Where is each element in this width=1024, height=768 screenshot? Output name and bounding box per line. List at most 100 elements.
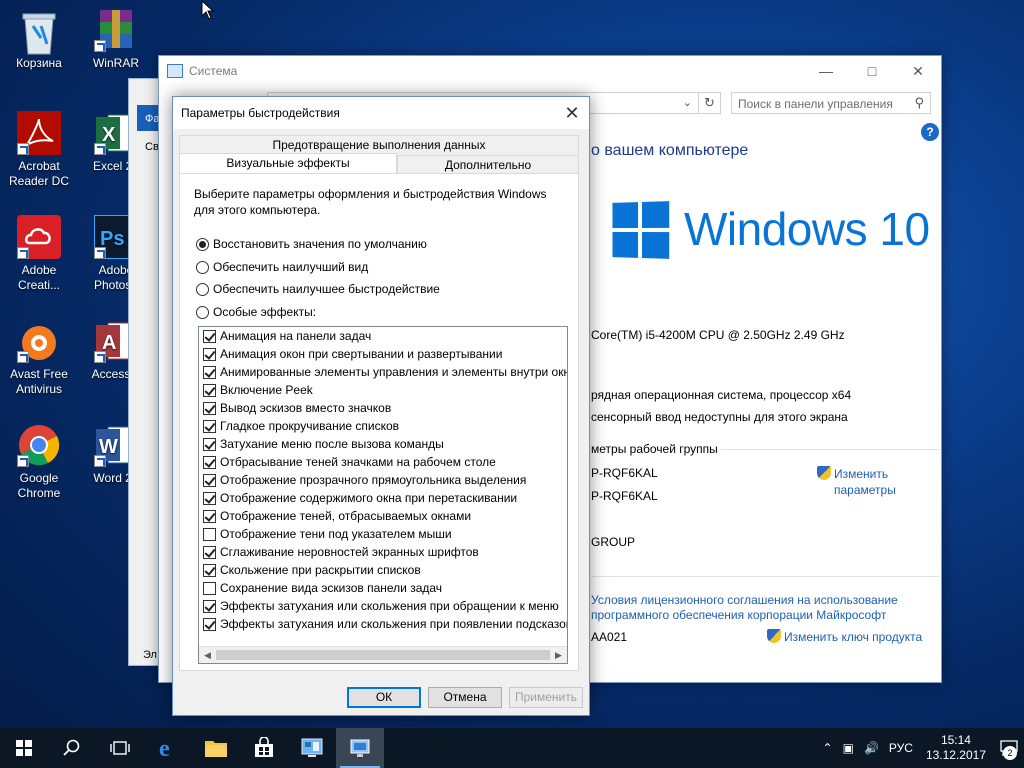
effect-checkbox-row[interactable]: Отображение прозрачного прямоугольника в… bbox=[199, 471, 567, 489]
action-center-button[interactable]: 2 bbox=[994, 728, 1024, 768]
scroll-left-icon[interactable]: ◀ bbox=[199, 647, 216, 663]
folder-icon bbox=[205, 741, 227, 757]
scroll-right-icon[interactable]: ▶ bbox=[550, 647, 567, 663]
checkbox-checked[interactable] bbox=[203, 455, 216, 469]
effect-checkbox-row[interactable]: Вывод эскизов вместо значков bbox=[199, 399, 567, 417]
effect-checkbox-row[interactable]: Эффекты затухания или скольжения при поя… bbox=[199, 615, 567, 633]
radio-custom[interactable]: Особые эффекты: bbox=[196, 305, 316, 319]
effect-checkbox-row[interactable]: Отображение тени под указателем мыши bbox=[199, 525, 567, 543]
desktop-icon-avast[interactable]: Avast Free Antivirus bbox=[1, 319, 77, 397]
ok-button[interactable]: ОК bbox=[347, 687, 421, 708]
desktop-icon-acrobat[interactable]: Acrobat Reader DC bbox=[1, 111, 77, 189]
radio-button[interactable] bbox=[196, 260, 209, 274]
clock[interactable]: 15:14 13.12.2017 bbox=[926, 733, 986, 763]
section-divider bbox=[591, 576, 939, 577]
taskbar-system-properties[interactable] bbox=[336, 728, 384, 768]
scrollbar-thumb[interactable] bbox=[216, 650, 550, 660]
effect-checkbox-row[interactable]: Анимация на панели задач bbox=[199, 327, 567, 345]
close-icon[interactable]: ✕ bbox=[555, 97, 589, 129]
desktop-icon-label: Avast Free Antivirus bbox=[10, 367, 68, 396]
effect-checkbox-row[interactable]: Гладкое прокручивание списков bbox=[199, 417, 567, 435]
checkbox-checked[interactable] bbox=[203, 365, 216, 379]
help-icon[interactable]: ? bbox=[921, 123, 939, 141]
pen-touch-value: сенсорный ввод недоступны для этого экра… bbox=[591, 410, 848, 424]
effect-checkbox-row[interactable]: Сглаживание неровностей экранных шрифтов bbox=[199, 543, 567, 561]
desktop-icon-adobe-cc[interactable]: Adobe Creati... bbox=[1, 215, 77, 293]
radio-button[interactable] bbox=[196, 282, 209, 296]
chevron-down-icon[interactable]: ⌄ bbox=[683, 96, 692, 109]
dialog-titlebar[interactable]: Параметры быстродействия bbox=[173, 97, 589, 129]
start-button[interactable] bbox=[0, 728, 48, 768]
effect-checkbox-row[interactable]: Анимация окон при свертывании и разверты… bbox=[199, 345, 567, 363]
minimize-icon[interactable]: — bbox=[803, 56, 849, 86]
task-view-button[interactable] bbox=[96, 728, 144, 768]
shortcut-arrow-icon bbox=[94, 247, 106, 259]
network-icon[interactable]: ▣ bbox=[843, 741, 854, 755]
license-terms-link[interactable]: Условия лицензионного соглашения на испо… bbox=[591, 593, 898, 623]
computer-icon bbox=[167, 64, 183, 78]
checkbox-checked[interactable] bbox=[203, 401, 216, 415]
radio-button[interactable] bbox=[196, 305, 209, 319]
checkbox-checked[interactable] bbox=[203, 545, 216, 559]
tab-visual-effects[interactable]: Визуальные эффекты bbox=[179, 153, 397, 174]
effect-checkbox-row[interactable]: Сохранение вида эскизов панели задач bbox=[199, 579, 567, 597]
effects-list[interactable]: Анимация на панели задач Анимация окон пр… bbox=[198, 326, 568, 664]
dialog-title: Параметры быстродействия bbox=[181, 106, 340, 120]
change-product-key-link[interactable]: Изменить ключ продукта bbox=[767, 629, 922, 644]
search-input[interactable]: Поиск в панели управления ⚲ bbox=[731, 92, 931, 114]
mouse-cursor-icon bbox=[201, 0, 215, 23]
maximize-icon[interactable]: □ bbox=[849, 56, 895, 86]
checkbox-checked[interactable] bbox=[203, 383, 216, 397]
desktop-icon-recycle-bin[interactable]: Корзина bbox=[1, 8, 77, 71]
apply-button[interactable]: Применить bbox=[509, 687, 583, 708]
radio-best-appearance[interactable]: Обеспечить наилучший вид bbox=[196, 260, 368, 274]
checkbox-checked[interactable] bbox=[203, 563, 216, 577]
taskbar: e ⌃ ▣ 🔊 РУС 15:14 13.12.2017 2 bbox=[0, 728, 1024, 768]
effect-label: Включение Peek bbox=[220, 383, 313, 397]
effect-checkbox-row[interactable]: Эффекты затухания или скольжения при обр… bbox=[199, 597, 567, 615]
search-button[interactable] bbox=[48, 728, 96, 768]
radio-default[interactable]: Восстановить значения по умолчанию bbox=[196, 237, 427, 251]
checkbox-checked[interactable] bbox=[203, 437, 216, 451]
taskbar-control-panel[interactable] bbox=[288, 728, 336, 768]
checkbox-checked[interactable] bbox=[203, 599, 216, 613]
effect-checkbox-row[interactable]: Отображение теней, отбрасываемых окнами bbox=[199, 507, 567, 525]
volume-icon[interactable]: 🔊 bbox=[864, 741, 879, 755]
close-icon[interactable]: ✕ bbox=[895, 56, 941, 86]
checkbox-checked[interactable] bbox=[203, 329, 216, 343]
taskbar-file-explorer[interactable] bbox=[192, 728, 240, 768]
effect-checkbox-row[interactable]: Включение Peek bbox=[199, 381, 567, 399]
search-icon[interactable]: ⚲ bbox=[914, 95, 924, 111]
checkbox[interactable] bbox=[203, 581, 216, 595]
checkbox-checked[interactable] bbox=[203, 491, 216, 505]
checkbox-checked[interactable] bbox=[203, 347, 216, 361]
effect-checkbox-row[interactable]: Скольжение при раскрытии списков bbox=[199, 561, 567, 579]
desktop-icon-chrome[interactable]: Google Chrome bbox=[1, 423, 77, 501]
effect-label: Отображение теней, отбрасываемых окнами bbox=[220, 509, 472, 523]
horizontal-scrollbar[interactable]: ◀ ▶ bbox=[199, 646, 567, 663]
tab-advanced[interactable]: Дополнительно bbox=[397, 155, 579, 174]
radio-button-checked[interactable] bbox=[196, 237, 209, 251]
desktop-icon-winrar[interactable]: WinRAR bbox=[78, 8, 154, 71]
show-hidden-icons-icon[interactable]: ⌃ bbox=[823, 741, 833, 755]
radio-best-performance[interactable]: Обеспечить наилучшее быстродействие bbox=[196, 282, 440, 296]
effect-label: Отбрасывание теней значками на рабочем с… bbox=[220, 455, 496, 469]
language-indicator[interactable]: РУС bbox=[889, 741, 913, 755]
checkbox-checked[interactable] bbox=[203, 419, 216, 433]
shortcut-arrow-icon bbox=[94, 455, 106, 467]
checkbox-checked[interactable] bbox=[203, 509, 216, 523]
cancel-button[interactable]: Отмена bbox=[428, 687, 502, 708]
performance-options-dialog[interactable]: Параметры быстродействия ✕ Предотвращени… bbox=[172, 96, 590, 716]
change-settings-link[interactable]: Изменить параметры bbox=[817, 466, 896, 498]
checkbox[interactable] bbox=[203, 527, 216, 541]
effect-checkbox-row[interactable]: Анимированные элементы управления и элем… bbox=[199, 363, 567, 381]
taskbar-edge[interactable]: e bbox=[144, 728, 192, 768]
effect-checkbox-row[interactable]: Отбрасывание теней значками на рабочем с… bbox=[199, 453, 567, 471]
refresh-icon[interactable]: ↻ bbox=[698, 93, 720, 113]
checkbox-checked[interactable] bbox=[203, 617, 216, 631]
taskbar-store[interactable] bbox=[240, 728, 288, 768]
effect-checkbox-row[interactable]: Затухание меню после вызова команды bbox=[199, 435, 567, 453]
effect-checkbox-row[interactable]: Отображение содержимого окна при перетас… bbox=[199, 489, 567, 507]
tab-dep[interactable]: Предотвращение выполнения данных bbox=[179, 135, 579, 154]
checkbox-checked[interactable] bbox=[203, 473, 216, 487]
